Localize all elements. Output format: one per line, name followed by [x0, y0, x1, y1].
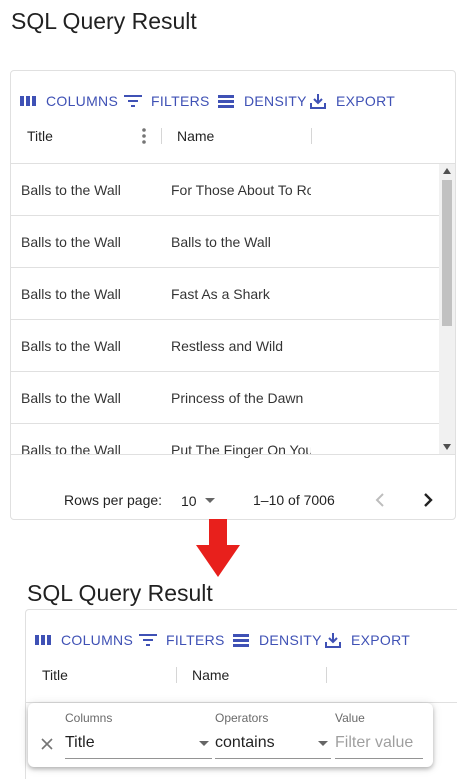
- footer-divider: [11, 454, 455, 455]
- chevron-left-icon[interactable]: [375, 493, 385, 507]
- column-separator[interactable]: [176, 667, 177, 683]
- chevron-down-icon: [318, 741, 328, 746]
- close-icon[interactable]: [41, 738, 53, 750]
- export-button[interactable]: EXPORT: [324, 630, 410, 650]
- row-divider: [11, 371, 439, 372]
- cell-title: Balls to the Wall: [21, 390, 121, 406]
- columns-label: COLUMNS: [46, 93, 119, 109]
- density-icon: [218, 95, 234, 108]
- columns-label: COLUMNS: [61, 632, 134, 648]
- column-header-name[interactable]: Name: [192, 667, 229, 683]
- filters-button[interactable]: FILTERS: [139, 630, 225, 650]
- cell-name: Princess of the Dawn: [171, 390, 304, 406]
- cell-title: Balls to the Wall: [21, 442, 121, 458]
- density-button[interactable]: DENSITY: [217, 91, 307, 111]
- red-down-arrow-icon: [196, 519, 240, 577]
- chevron-right-icon[interactable]: [423, 493, 433, 507]
- columns-select-value: Title: [65, 734, 95, 751]
- cell-name: Balls to the Wall: [171, 234, 271, 250]
- row-divider: [11, 215, 439, 216]
- grid-toolbar: COLUMNS FILTERS DENSITY EXPORT: [26, 620, 457, 660]
- density-label: DENSITY: [259, 632, 322, 648]
- cell-name: Restless and Wild: [171, 338, 284, 354]
- filter-icon: [139, 634, 157, 646]
- scroll-down-icon[interactable]: [443, 444, 451, 450]
- operators-select-underline: [215, 758, 331, 759]
- scroll-up-icon[interactable]: [443, 168, 451, 174]
- kebab-menu-icon[interactable]: [141, 127, 147, 145]
- columns-icon: [20, 96, 36, 106]
- density-icon: [233, 634, 249, 647]
- export-button[interactable]: EXPORT: [309, 91, 395, 111]
- rows-per-page-value: 10: [181, 493, 197, 509]
- filter-icon: [124, 95, 142, 107]
- column-header-name[interactable]: Name: [177, 128, 214, 144]
- density-button[interactable]: DENSITY: [232, 630, 322, 650]
- pagination-range: 1–10 of 7006: [253, 492, 335, 508]
- scrollbar-thumb[interactable]: [442, 180, 452, 326]
- column-header-title[interactable]: Title: [27, 128, 53, 144]
- filter-panel: Columns Title Operators contains Value F…: [28, 703, 433, 767]
- rows-per-page-label: Rows per page:: [64, 492, 163, 508]
- columns-icon: [35, 635, 51, 645]
- export-label: EXPORT: [336, 93, 396, 109]
- cell-title: Balls to the Wall: [21, 338, 121, 354]
- cell-title: Balls to the Wall: [21, 234, 121, 250]
- chevron-down-icon: [199, 741, 209, 746]
- cell-name: Fast As a Shark: [171, 286, 270, 302]
- row-divider: [11, 423, 439, 424]
- column-separator[interactable]: [161, 128, 162, 144]
- data-grid: COLUMNS FILTERS DENSITY EXPORT Title Nam…: [10, 70, 456, 520]
- filters-label: FILTERS: [151, 93, 210, 109]
- rows-per-page-select[interactable]: 10: [181, 490, 215, 512]
- density-label: DENSITY: [244, 93, 307, 109]
- chevron-down-icon: [204, 498, 215, 503]
- filters-button[interactable]: FILTERS: [124, 91, 210, 111]
- column-separator[interactable]: [311, 128, 312, 144]
- filter-value-underline: [335, 758, 423, 759]
- operators-select-value: contains: [215, 734, 275, 751]
- filters-label: FILTERS: [166, 632, 225, 648]
- row-divider: [11, 267, 439, 268]
- grid-toolbar: COLUMNS FILTERS DENSITY EXPORT: [11, 81, 455, 121]
- export-label: EXPORT: [351, 632, 411, 648]
- operators-field-label: Operators: [215, 711, 269, 725]
- cell-name: Put The Finger On You: [171, 442, 311, 458]
- columns-field-label: Columns: [65, 711, 113, 725]
- page-title: SQL Query Result: [27, 580, 213, 606]
- cell-name: For Those About To Rock (We Salute You): [171, 182, 311, 198]
- export-icon: [325, 633, 341, 648]
- row-divider: [11, 319, 439, 320]
- vertical-scrollbar[interactable]: [439, 164, 455, 454]
- export-icon: [310, 94, 326, 109]
- columns-button[interactable]: COLUMNS: [19, 91, 118, 111]
- page-title: SQL Query Result: [11, 8, 197, 34]
- header-divider: [11, 163, 455, 164]
- column-header-title[interactable]: Title: [42, 667, 68, 683]
- cell-title: Balls to the Wall: [21, 286, 121, 302]
- column-separator[interactable]: [326, 667, 327, 683]
- filter-value-input[interactable]: Filter value: [335, 734, 413, 752]
- cell-title: Balls to the Wall: [21, 182, 121, 198]
- columns-select-underline: [65, 758, 212, 759]
- value-field-label: Value: [335, 711, 365, 725]
- columns-button[interactable]: COLUMNS: [34, 630, 133, 650]
